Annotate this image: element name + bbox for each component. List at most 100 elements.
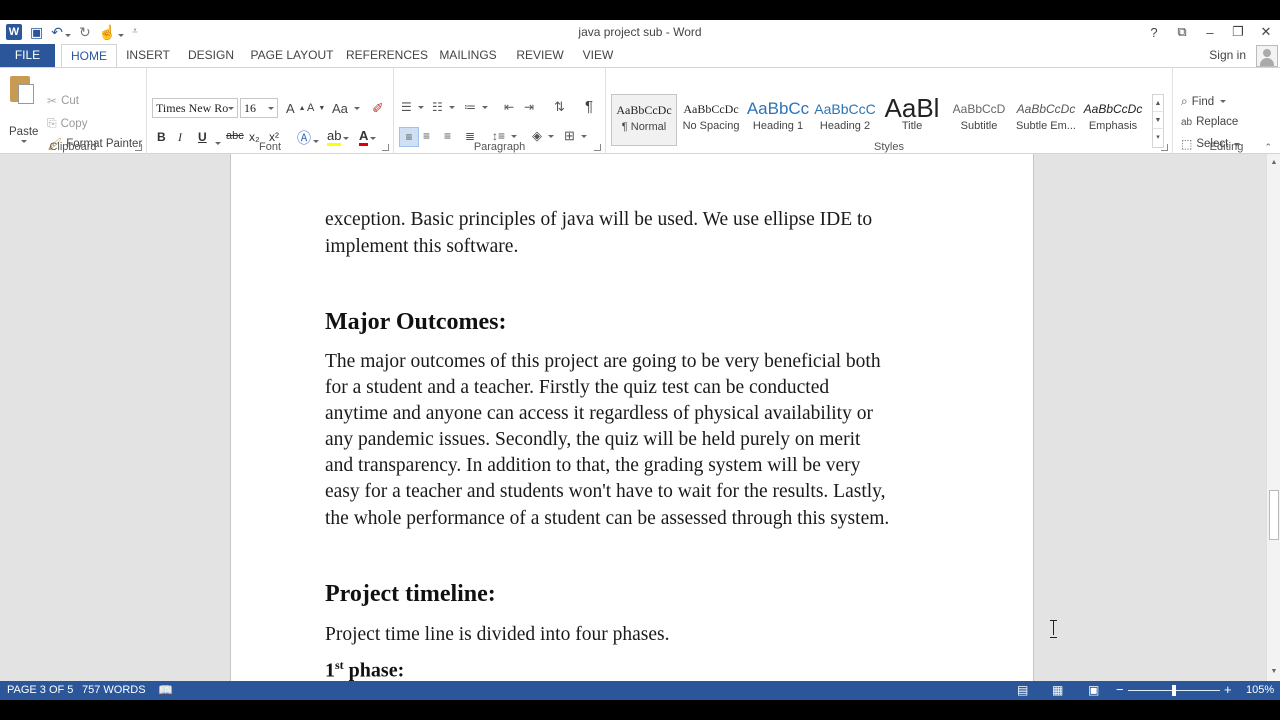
styles-up-icon[interactable]: ▲ [1153, 95, 1163, 112]
tab-references[interactable]: REFERENCES [346, 44, 428, 67]
group-font: Times New Ro 16 A ▲ A ▼ Aa ✐ B I U abc x₂ … [147, 68, 394, 155]
shrink-font-button[interactable]: A ▼ [307, 102, 325, 114]
outcomes-line-5[interactable]: and transparency. In addition to that, t… [325, 453, 860, 479]
close-icon[interactable]: ✕ [1252, 20, 1280, 44]
collapse-ribbon-icon[interactable]: ⌃ [1264, 142, 1272, 153]
style-subtle-emphasis[interactable]: AaBbCcDc Subtle Em... [1013, 94, 1079, 146]
ribbon-home: Paste ✂ Cut ⎘ Copy 🖌 Format Painter Clipboa… [0, 67, 1280, 155]
tab-mailings[interactable]: MAILINGS [436, 44, 500, 67]
tab-design[interactable]: DESIGN [184, 44, 238, 67]
sort-icon[interactable]: ⇅ [554, 99, 565, 115]
bullets-icon[interactable]: ☰ [401, 100, 424, 114]
paste-button[interactable]: Paste [9, 126, 38, 138]
copy-button[interactable]: ⎘ Copy [47, 116, 87, 131]
heading-major-outcomes[interactable]: Major Outcomes: [325, 309, 507, 336]
scroll-down-icon[interactable]: ▼ [1267, 665, 1280, 679]
styles-gallery: AaBbCcDc ¶ Normal AaBbCcDc No Spacing AaBb… [611, 94, 1151, 146]
web-layout-icon[interactable]: ▣ [1088, 683, 1099, 697]
read-mode-icon[interactable]: ▤ [1017, 683, 1028, 697]
increase-indent-icon[interactable]: ⇥ [524, 100, 534, 114]
styles-down-icon[interactable]: ▼ [1153, 112, 1163, 129]
paste-icon[interactable] [10, 74, 36, 104]
binoculars-icon: ⌕ [1181, 94, 1188, 108]
proofing-icon[interactable]: 📖 [158, 683, 173, 697]
page-count[interactable]: PAGE 3 OF 5 [7, 684, 73, 696]
scissors-icon: ✂ [47, 94, 58, 108]
ibeam-cursor-icon [1050, 620, 1058, 638]
find-button[interactable]: ⌕ Find [1181, 94, 1227, 109]
sign-in-link[interactable]: Sign in [1209, 48, 1246, 62]
zoom-out-icon[interactable]: − [1116, 682, 1124, 697]
outcomes-line-3[interactable]: anytime and anyone can access it regardl… [325, 401, 873, 427]
style-heading-1[interactable]: AaBbCc Heading 1 [745, 94, 811, 146]
ribbon-tabs: FILE HOME INSERT DESIGN PAGE LAYOUT REFE… [0, 44, 1280, 68]
tab-review[interactable]: REVIEW [514, 44, 566, 67]
tab-insert[interactable]: INSERT [123, 44, 173, 67]
show-marks-button[interactable]: ¶ [585, 98, 593, 115]
group-label-clipboard: Clipboard [49, 141, 97, 153]
decrease-indent-icon[interactable]: ⇤ [504, 100, 514, 114]
outcomes-line-1[interactable]: The major outcomes of this project are g… [325, 349, 881, 375]
paragraph-launcher-icon[interactable] [594, 144, 601, 151]
tab-view[interactable]: VIEW [580, 44, 616, 67]
zoom-slider-thumb[interactable] [1172, 685, 1176, 696]
vertical-scrollbar[interactable]: ▲ ▼ [1266, 154, 1280, 681]
grow-font-button[interactable]: A ▲ [286, 101, 306, 116]
heading-first-phase[interactable]: 1st phase: [325, 658, 404, 681]
style-title[interactable]: AaBl Title [879, 94, 945, 146]
title-bar: W ▣ ↶ ↻ ☝ ⩡ java project sub - Word ? ⧉ … [0, 20, 1280, 44]
styles-more-icon[interactable]: ▾ [1153, 129, 1163, 146]
group-paragraph: ☰ ☷ ≔ ⇤ ⇥ ⇅ ¶ ≡ ≡ ≡ ≣ ↕≡ ◈ ⊞ Paragraph [394, 68, 606, 155]
replace-icon: ab [1181, 116, 1193, 128]
undo-icon[interactable]: ↶ [51, 24, 71, 40]
style-emphasis[interactable]: AaBbCcDc Emphasis [1080, 94, 1146, 146]
replace-button[interactable]: ab Replace [1181, 116, 1238, 128]
word-count[interactable]: 757 WORDS [82, 684, 146, 696]
document-page[interactable]: exception. Basic principles of java will… [230, 154, 1034, 681]
group-editing: ⌕ Find ab Replace ⬚ Select Editing ⌃ [1173, 68, 1280, 155]
scroll-thumb[interactable] [1269, 490, 1279, 540]
quick-access-toolbar: W ▣ ↶ ↻ ☝ ⩡ [6, 22, 138, 42]
outcomes-line-6[interactable]: easy for a teacher and students won't ha… [325, 479, 886, 505]
print-layout-icon[interactable]: ▦ [1052, 683, 1063, 697]
font-name-combo[interactable]: Times New Ro [152, 98, 238, 118]
help-icon[interactable]: ? [1140, 20, 1168, 44]
paragraph-intro-line-1[interactable]: exception. Basic principles of java will… [325, 207, 872, 233]
tab-home[interactable]: HOME [61, 44, 117, 68]
word-logo-icon[interactable]: W [6, 24, 22, 40]
ribbon-display-icon[interactable]: ⧉ [1168, 20, 1196, 44]
avatar[interactable] [1256, 45, 1278, 67]
save-icon[interactable]: ▣ [30, 24, 43, 40]
window-title: java project sub - Word [578, 25, 702, 39]
tab-page-layout[interactable]: PAGE LAYOUT [250, 44, 334, 67]
style-heading-2[interactable]: AaBbCcC Heading 2 [812, 94, 878, 146]
zoom-level[interactable]: 105% [1246, 684, 1274, 696]
minimize-icon[interactable]: – [1196, 20, 1224, 44]
font-launcher-icon[interactable] [382, 144, 389, 151]
heading-project-timeline[interactable]: Project timeline: [325, 581, 496, 608]
touch-mode-icon[interactable]: ☝ [99, 24, 125, 40]
style-normal[interactable]: AaBbCcDc ¶ Normal [611, 94, 677, 146]
clear-formatting-icon[interactable]: ✐ [372, 100, 384, 117]
outcomes-line-7[interactable]: the whole performance of a student can b… [325, 506, 889, 532]
font-size-combo[interactable]: 16 [240, 98, 278, 118]
change-case-button[interactable]: Aa [332, 101, 360, 116]
timeline-intro[interactable]: Project time line is divided into four p… [325, 622, 669, 648]
outcomes-line-2[interactable]: for a student and a teacher. Firstly the… [325, 375, 829, 401]
paragraph-intro-line-2[interactable]: implement this software. [325, 234, 518, 260]
scroll-up-icon[interactable]: ▲ [1267, 156, 1280, 170]
restore-icon[interactable]: ❐ [1224, 20, 1252, 44]
document-area[interactable]: exception. Basic principles of java will… [0, 154, 1266, 681]
multilevel-list-icon[interactable]: ≔ [464, 100, 488, 114]
tab-file[interactable]: FILE [0, 44, 55, 67]
outcomes-line-4[interactable]: any pandemic issues. Secondly, the quiz … [325, 427, 860, 453]
cut-button[interactable]: ✂ Cut [47, 94, 79, 108]
style-subtitle[interactable]: AaBbCcD Subtitle [946, 94, 1012, 146]
numbering-icon[interactable]: ☷ [432, 100, 455, 114]
redo-icon[interactable]: ↻ [79, 24, 91, 40]
zoom-in-icon[interactable]: + [1224, 682, 1232, 697]
group-label-font: Font [258, 141, 281, 153]
style-no-spacing[interactable]: AaBbCcDc No Spacing [678, 94, 744, 146]
clipboard-launcher-icon[interactable] [135, 144, 142, 151]
customize-qat-icon[interactable]: ⩡ [132, 24, 138, 40]
